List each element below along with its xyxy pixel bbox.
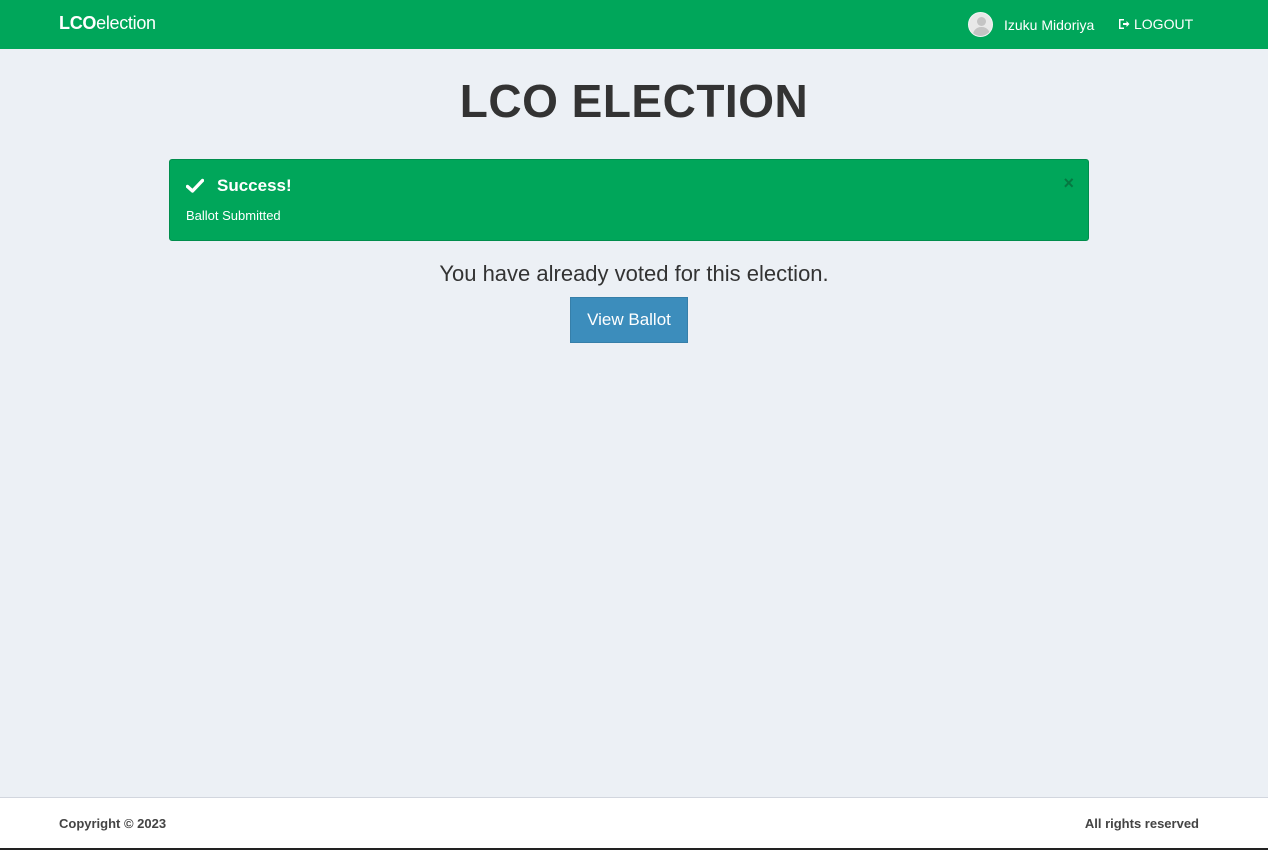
logout-label: LOGOUT — [1134, 16, 1194, 32]
footer-copyright: Copyright © 2023 — [59, 816, 167, 831]
avatar — [968, 12, 993, 37]
user-menu[interactable]: Izuku Midoriya — [968, 12, 1094, 37]
page-title: LCO ELECTION — [459, 75, 809, 127]
brand-bold: LCO — [59, 13, 97, 33]
already-voted-message: You have already voted for this election… — [439, 261, 829, 286]
success-alert: Success! Ballot Submitted × — [169, 159, 1089, 241]
brand-logo-link[interactable]: LCOelection — [59, 13, 156, 34]
alert-heading: Success! — [217, 176, 292, 195]
check-icon — [185, 178, 205, 194]
logout-button[interactable]: LOGOUT — [1118, 16, 1193, 32]
user-name: Izuku Midoriya — [1004, 16, 1095, 33]
footer-rights: All rights reserved — [1084, 816, 1199, 831]
alert-close-button[interactable]: × — [1063, 174, 1074, 192]
sign-out-icon — [1118, 18, 1130, 30]
view-ballot-button[interactable]: View Ballot — [570, 297, 688, 343]
brand-rest: election — [96, 13, 156, 33]
top-navbar: LCOelection Izuku Midoriya LOGOUT — [0, 0, 1268, 49]
footer: Copyright © 2023 All rights reserved — [0, 797, 1268, 848]
alert-message: Ballot Submitted — [186, 208, 281, 223]
